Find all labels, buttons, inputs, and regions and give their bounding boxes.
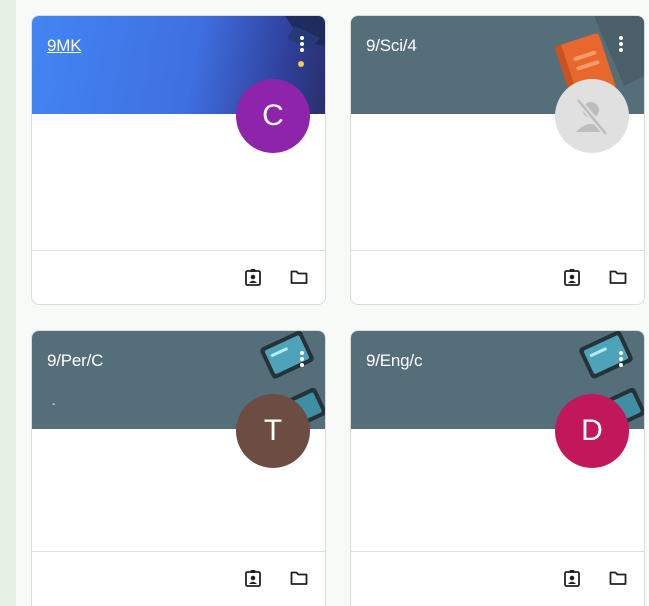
- class-card-9-per-c[interactable]: 9/Per/C - T: [31, 330, 326, 606]
- card-footer: [32, 250, 325, 304]
- teacher-avatar[interactable]: [555, 79, 629, 153]
- card-footer: [351, 551, 644, 605]
- more-vert-icon[interactable]: [612, 349, 630, 369]
- card-title[interactable]: 9/Eng/c: [366, 351, 422, 371]
- avatar-letter: C: [262, 99, 284, 132]
- card-footer: [32, 551, 325, 605]
- assignment-ind-icon[interactable]: [562, 568, 582, 588]
- teacher-avatar[interactable]: T: [236, 394, 310, 468]
- avatar-letter: D: [581, 414, 603, 447]
- folder-icon[interactable]: [608, 568, 628, 588]
- no-photo-person-icon: [575, 98, 609, 136]
- teacher-avatar[interactable]: D: [555, 394, 629, 468]
- avatar-letter: T: [263, 414, 283, 447]
- card-title[interactable]: 9/Sci/4: [366, 36, 417, 56]
- assignment-ind-icon[interactable]: [243, 568, 263, 588]
- class-card-9-sci-4[interactable]: 9/Sci/4: [350, 15, 645, 305]
- card-title[interactable]: 9MK: [47, 36, 82, 56]
- card-footer: [351, 250, 644, 304]
- assignment-ind-icon[interactable]: [562, 267, 582, 287]
- class-card-9-eng-c[interactable]: 9/Eng/c D: [350, 330, 645, 606]
- folder-icon[interactable]: [608, 267, 628, 287]
- card-title[interactable]: 9/Per/C: [47, 351, 103, 371]
- teacher-avatar[interactable]: C: [236, 79, 310, 153]
- folder-icon[interactable]: [289, 568, 309, 588]
- more-vert-icon[interactable]: [612, 34, 630, 54]
- class-grid: 9MK C 9/Sci/4 9/Per/C - T 9/Eng/c D: [16, 0, 649, 606]
- assignment-ind-icon[interactable]: [243, 267, 263, 287]
- more-vert-icon[interactable]: [293, 349, 311, 369]
- folder-icon[interactable]: [289, 267, 309, 287]
- more-vert-icon[interactable]: [293, 34, 311, 54]
- card-subtitle: -: [52, 399, 56, 410]
- class-card-9mk[interactable]: 9MK C: [31, 15, 326, 305]
